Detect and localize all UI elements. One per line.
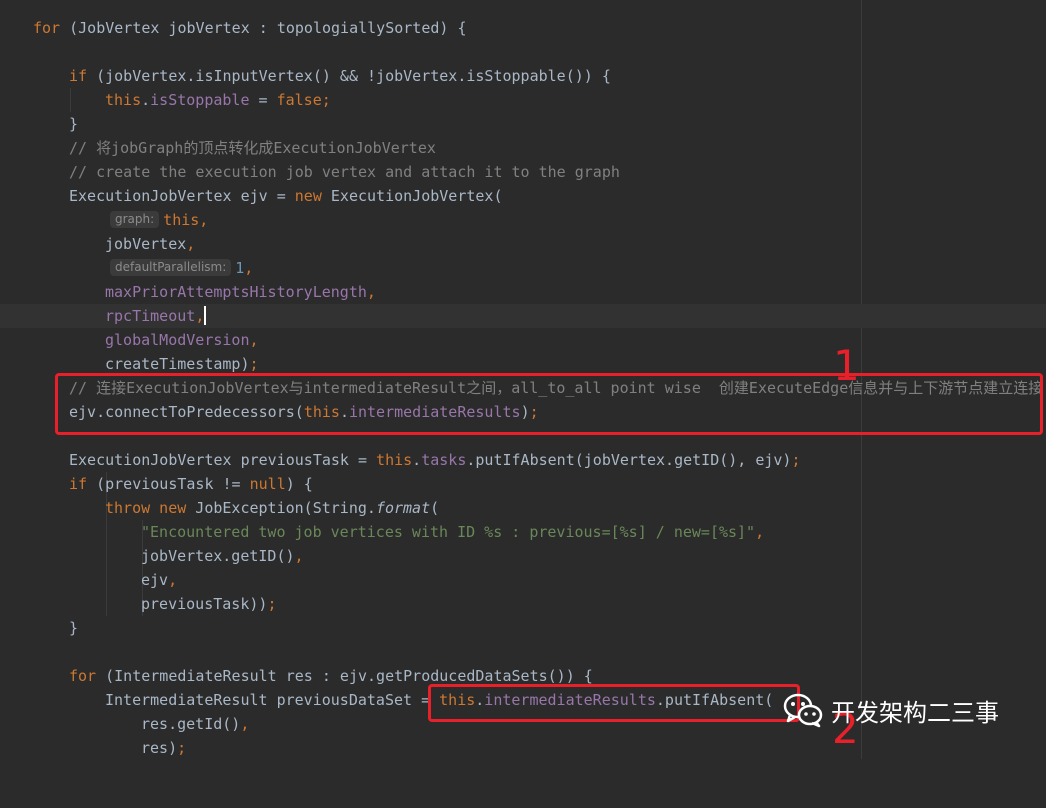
keyword-token: this	[163, 211, 200, 229]
method-token: format	[375, 499, 431, 517]
code-line-12[interactable]: maxPriorAttemptsHistoryLength,	[0, 280, 1046, 304]
code-text: .	[141, 91, 151, 109]
watermark: 开发架构二三事	[783, 690, 999, 730]
code-text: res)	[141, 739, 178, 757]
annotation-number-1: 1	[833, 341, 860, 390]
keyword-token: this	[105, 91, 142, 109]
code-line-31[interactable]: res);	[0, 736, 1046, 760]
keyword-token: if	[69, 67, 88, 85]
code-text: ExecutionJobVertex(	[321, 187, 503, 205]
comma-token: ,	[240, 715, 250, 733]
comma-token: ,	[195, 307, 205, 325]
comment-text: // create the execution job vertex and a…	[69, 163, 620, 181]
code-text: }	[69, 115, 79, 133]
code-text: ejv	[141, 571, 169, 589]
code-text: createTimestamp)	[105, 355, 250, 373]
code-line-14[interactable]: globalModVersion,	[0, 328, 1046, 352]
code-line-9[interactable]: graph: this,	[0, 208, 1046, 232]
code-line-23[interactable]: jobVertex.getID(),	[0, 544, 1046, 568]
semicolon-token: ;	[249, 355, 259, 373]
code-text: ) {	[285, 475, 313, 493]
code-text: }	[69, 619, 79, 637]
code-text: JobException(String.	[186, 499, 376, 517]
comma-token: ,	[186, 235, 196, 253]
comma-token: ,	[244, 259, 254, 277]
comma-token: ,	[199, 211, 209, 229]
code-text: (	[430, 499, 440, 517]
field-token: tasks	[421, 451, 467, 469]
code-text: .putIfAbsent(jobVertex.getID(), ejv)	[466, 451, 792, 469]
code-line-24[interactable]: ejv,	[0, 568, 1046, 592]
code-line-3[interactable]: if (jobVertex.isInputVertex() && !jobVer…	[0, 64, 1046, 88]
text-caret	[204, 306, 207, 325]
keyword-token: for	[69, 667, 97, 685]
field-token: isStoppable	[150, 91, 250, 109]
comma-token: ,	[366, 283, 376, 301]
code-line-26[interactable]: }	[0, 616, 1046, 640]
comment-text: // 将jobGraph的顶点转化成ExecutionJobVertex	[69, 139, 436, 157]
code-line-5[interactable]: }	[0, 112, 1046, 136]
code-text: res.getId()	[141, 715, 241, 733]
number-token: 1	[235, 259, 245, 277]
code-line-20[interactable]: if (previousTask != null) {	[0, 472, 1046, 496]
keyword-token: this	[376, 451, 413, 469]
parameter-hint: graph:	[110, 211, 160, 228]
wechat-icon	[783, 693, 823, 728]
field-token: maxPriorAttemptsHistoryLength	[105, 283, 367, 301]
code-line-4[interactable]: this.isStoppable = false;	[0, 88, 1046, 112]
code-text: =	[249, 91, 277, 109]
code-text: IntermediateResult previousDataSet =	[105, 691, 440, 709]
code-text: (jobVertex.isInputVertex() && !jobVertex…	[87, 67, 611, 85]
comma-token: ,	[755, 523, 765, 541]
code-line-10[interactable]: jobVertex,	[0, 232, 1046, 256]
code-line-7[interactable]: // create the execution job vertex and a…	[0, 160, 1046, 184]
semicolon-token: ;	[267, 595, 277, 613]
code-text: ExecutionJobVertex ejv =	[69, 187, 295, 205]
string-literal: "Encountered two job vertices with ID %s…	[141, 523, 756, 541]
code-text: (IntermediateResult res : ejv.getProduce…	[96, 667, 593, 685]
code-text: previousTask))	[141, 595, 268, 613]
field-token: globalModVersion	[105, 331, 250, 349]
code-text: (previousTask !=	[87, 475, 250, 493]
code-line-6[interactable]: // 将jobGraph的顶点转化成ExecutionJobVertex	[0, 136, 1046, 160]
watermark-text: 开发架构二三事	[831, 698, 999, 727]
code-line-25[interactable]: previousTask));	[0, 592, 1046, 616]
field-token: rpcTimeout	[105, 307, 196, 325]
code-line-22[interactable]: "Encountered two job vertices with ID %s…	[0, 520, 1046, 544]
highlight-box-1	[55, 373, 1043, 435]
code-line-1[interactable]: for (JobVertex jobVertex : topologiallyS…	[0, 16, 1046, 40]
keyword-token: null	[249, 475, 286, 493]
keyword-token: if	[69, 475, 88, 493]
code-line-21[interactable]: throw new JobException(String.format(	[0, 496, 1046, 520]
code-line-19[interactable]: ExecutionJobVertex previousTask = this.t…	[0, 448, 1046, 472]
code-text: ExecutionJobVertex previousTask =	[69, 451, 377, 469]
comma-token: ,	[249, 331, 259, 349]
semicolon-token: ;	[321, 91, 331, 109]
keyword-token: for	[33, 19, 61, 37]
code-text: (JobVertex jobVertex : topologiallySorte…	[60, 19, 467, 37]
semicolon-token: ;	[791, 451, 801, 469]
comma-token: ,	[168, 571, 178, 589]
code-line-13-current[interactable]: rpcTimeout,	[0, 304, 1046, 328]
keyword-token: false	[276, 91, 322, 109]
keyword-token: new	[294, 187, 322, 205]
highlight-box-2	[428, 684, 800, 722]
parameter-hint: defaultParallelism:	[110, 259, 232, 276]
code-line-8[interactable]: ExecutionJobVertex ejv = new ExecutionJo…	[0, 184, 1046, 208]
code-text: jobVertex.getID()	[141, 547, 295, 565]
comma-token: ,	[294, 547, 304, 565]
code-line-11[interactable]: defaultParallelism: 1,	[0, 256, 1046, 280]
semicolon-token: ;	[177, 739, 187, 757]
code-text: .	[412, 451, 422, 469]
keyword-token: throw new	[105, 499, 187, 517]
code-text: jobVertex	[105, 235, 187, 253]
